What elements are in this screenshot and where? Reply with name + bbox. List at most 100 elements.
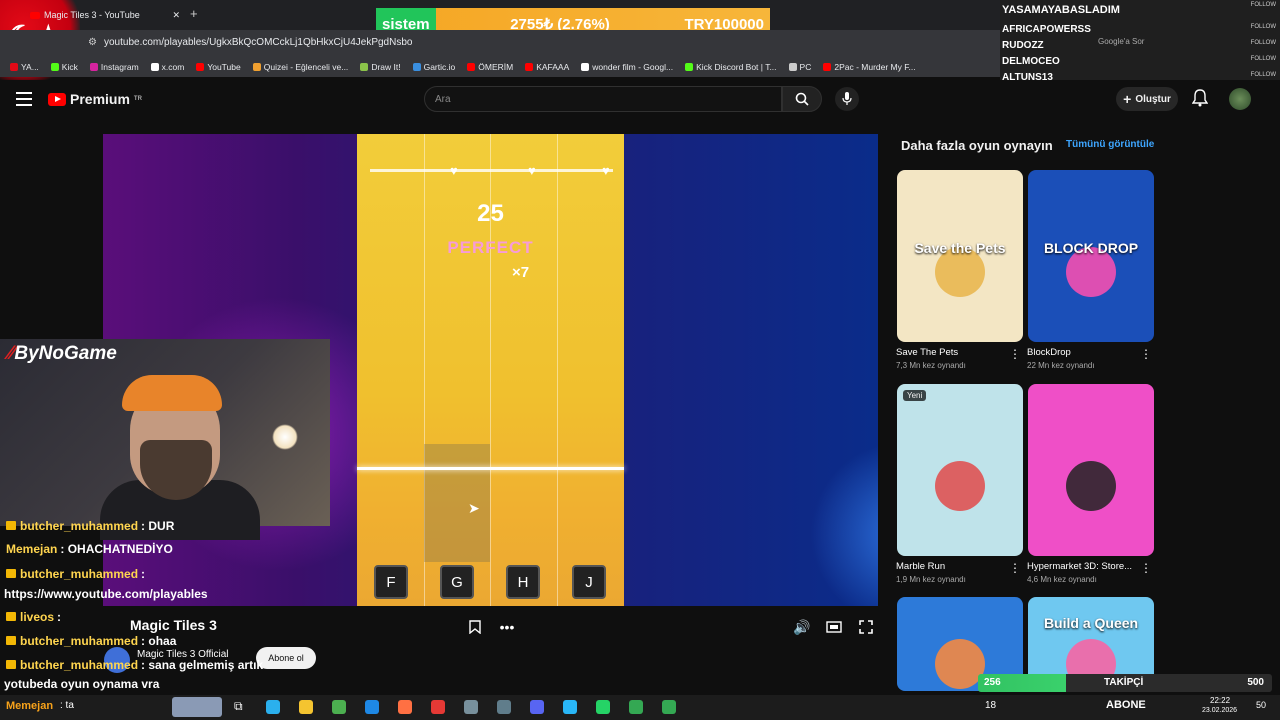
game-card-name[interactable]: Marble Run [896,561,945,572]
streamer-name: ⁄⁄ByNoGame [8,343,117,365]
card-menu-icon[interactable]: ⋮ [1140,347,1152,361]
game-card-plays: 7,3 Mn kez oynandı [896,361,966,370]
taskbar-app-icon[interactable] [563,700,577,714]
game-card-name[interactable]: Hypermarket 3D: Store... [1027,561,1132,572]
piano-tile[interactable] [424,444,490,562]
bookmark-icon [525,62,534,71]
taskbar-app-icon[interactable] [596,700,610,714]
chat-message: Memejan: OHACHATNEDİYO [6,542,173,556]
bookmark-label: YouTube [207,61,241,72]
bookmark-item[interactable]: Instagram [89,62,139,72]
bookmark-item[interactable]: x.com [150,62,184,72]
key-h-button[interactable]: H [506,565,540,599]
voice-search-button[interactable] [835,87,859,111]
bookmark-item[interactable]: Quizei - Eğlenceli ve... [252,61,349,72]
crown-badge-icon [6,521,16,530]
new-tab-icon[interactable]: + [190,6,198,21]
bookmark-item[interactable]: Draw It! [360,62,401,72]
key-f-button[interactable]: F [374,565,408,599]
see-all-link[interactable]: Tümünü görüntüle [1066,139,1154,150]
orange-cap [122,375,222,411]
taskbar-app-icon[interactable] [299,700,313,714]
follow-tag: FOLLOW [1250,72,1276,78]
bookmark-icon [360,62,369,71]
browser-tab[interactable]: Magic Tiles 3 - YouTube ✕ [30,4,180,26]
bookmark-item[interactable]: 2Pac - Murder My F... [823,62,916,72]
game-card-thumbnail[interactable]: Yeni [897,384,1023,556]
taskbar-app-icon[interactable] [266,700,280,714]
bookmark-item[interactable]: ÖMERİM [467,62,513,72]
close-tab-icon[interactable]: ✕ [172,10,180,21]
taskbar-app-icon[interactable] [365,700,379,714]
chat-username: butcher_muhammed [20,519,139,533]
taskbar-app-icon[interactable] [629,700,643,714]
hamburger-menu-icon[interactable] [16,92,32,106]
taskbar-app-icon[interactable] [662,700,676,714]
game-card-plays: 22 Mn kez oynandı [1027,361,1095,370]
bookmark-icon [89,62,98,71]
save-bookmark-icon[interactable] [466,618,484,636]
key-g-button[interactable]: G [440,565,474,599]
follower-name: AFRICAPOWERSS [1002,24,1091,35]
taskbar-app-icon[interactable] [497,700,511,714]
google-search-hint[interactable]: Google'a Sor [1098,37,1144,46]
site-info-icon[interactable]: ⚙ [88,37,97,48]
tab-title: Magic Tiles 3 - YouTube [44,10,140,20]
chat-text: : OHACHATNEDİYO [60,542,173,556]
bookmark-item[interactable]: KAFAAA [525,62,569,72]
game-card-thumbnail[interactable]: Save the Pets [897,170,1023,342]
bookmark-item[interactable]: PC [788,62,811,72]
chat-user-overlay: Memejan [6,700,54,712]
account-avatar[interactable] [1229,88,1251,110]
fullscreen-icon[interactable] [857,618,875,636]
task-view-icon[interactable]: ⧉ [234,699,243,714]
weather-widget-icon[interactable] [172,697,222,717]
bookmark-label: ÖMERİM [478,61,514,72]
card-menu-icon[interactable]: ⋮ [1140,561,1152,575]
search-button[interactable] [782,86,822,112]
chat-msg-overlay: : ta [60,700,74,711]
chat-username: butcher_muhammed [20,658,139,672]
card-menu-icon[interactable]: ⋮ [1009,347,1021,361]
create-button[interactable]: + Oluştur [1116,87,1178,111]
bookmark-item[interactable]: YA... [10,62,39,72]
card-menu-icon[interactable]: ⋮ [1009,561,1021,575]
volume-icon[interactable]: 🔊 [793,618,811,636]
follower-name: RUDOZZ [1002,40,1044,51]
game-card-thumbnail[interactable]: BLOCK DROP [1028,170,1154,342]
game-card-name[interactable]: Save The Pets [896,347,958,358]
bookmark-item[interactable]: Kick Discord Bot | T... [685,62,777,72]
youtube-premium-logo[interactable]: Premium TR [48,91,142,107]
chat-text: : DUR [141,519,175,533]
taskbar-app-icon[interactable] [464,700,478,714]
game-card-name[interactable]: BlockDrop [1027,347,1071,358]
bookmarks-bar: YA... Kick Instagram x.com YouTube Quizei - E… [0,56,1000,77]
youtube-logo-icon [48,92,66,106]
theater-mode-icon[interactable] [825,618,843,636]
taskbar-app-icon[interactable] [431,700,445,714]
taskbar-app-icon[interactable] [530,700,544,714]
crown-badge-icon [6,569,16,578]
follow-tag: FOLLOW [1250,24,1276,30]
create-label: Oluştur [1135,93,1171,105]
bookmark-label: Quizei - Eğlenceli ve... [263,61,349,72]
key-j-button[interactable]: J [572,565,606,599]
taskbar-app-icon[interactable] [332,700,346,714]
notifications-button[interactable] [1191,89,1210,109]
youtube-favicon-icon [30,11,40,19]
bookmark-item[interactable]: Kick [50,62,78,72]
chat-message: yotubeda oyun oynama vra [4,677,159,691]
bookmark-item[interactable]: Gartic.io [412,62,455,72]
bookmark-item[interactable]: YouTube [196,61,241,72]
follow-tag: FOLLOW [1250,56,1276,62]
chat-text: yotubeda oyun oynama vra [4,677,160,691]
hit-line [357,467,624,470]
bookmark-item[interactable]: wonder film - Googl... [581,62,673,72]
notification-badge[interactable]: 50 [1256,700,1266,710]
url-field[interactable]: youtube.com/playables/UgkxBkQcOMCckLj1Qb… [104,37,412,48]
chat-message: butcher_muhammed: ohaa [6,634,176,648]
game-card-thumbnail[interactable] [1028,384,1154,556]
more-options-icon[interactable]: ••• [498,618,516,636]
search-input[interactable]: Ara [424,86,782,112]
taskbar-app-icon[interactable] [398,700,412,714]
